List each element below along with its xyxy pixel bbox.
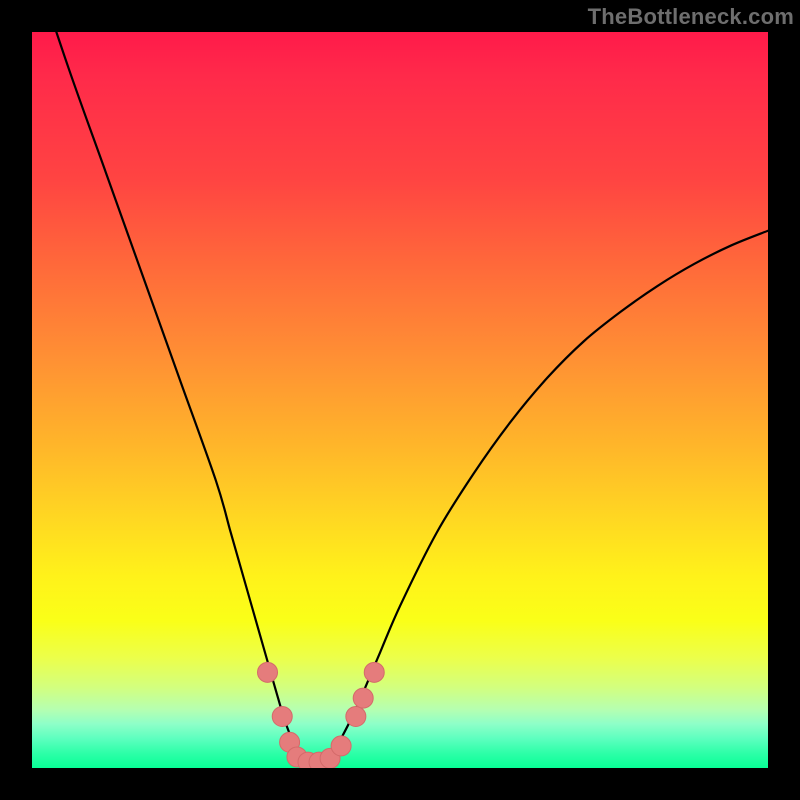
- curve-marker: [364, 662, 384, 682]
- curve-marker: [353, 688, 373, 708]
- chart-svg: [32, 32, 768, 768]
- plot-area: [32, 32, 768, 768]
- curve-marker: [272, 706, 292, 726]
- curve-markers: [258, 662, 385, 768]
- curve-marker: [331, 736, 351, 756]
- chart-frame: TheBottleneck.com: [0, 0, 800, 800]
- curve-marker: [258, 662, 278, 682]
- bottleneck-curve: [32, 32, 768, 765]
- curve-marker: [346, 706, 366, 726]
- watermark-text: TheBottleneck.com: [588, 4, 794, 30]
